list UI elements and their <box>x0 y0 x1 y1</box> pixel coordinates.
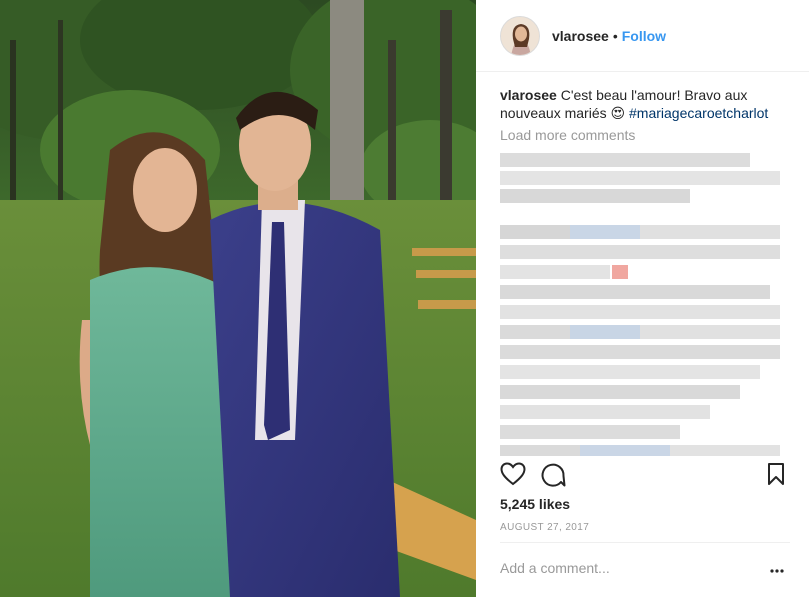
bookmark-icon[interactable] <box>766 462 786 491</box>
post-actions <box>500 462 790 490</box>
follow-button[interactable]: Follow <box>622 28 666 44</box>
likes-count[interactable]: 5,245 likes <box>500 496 570 512</box>
header-separator: • <box>612 27 618 44</box>
add-comment-input[interactable] <box>500 560 755 576</box>
couple-photo <box>0 0 476 597</box>
divider <box>500 542 790 543</box>
heart-icon[interactable] <box>500 462 526 491</box>
header-username[interactable]: vlarosee <box>552 28 609 44</box>
post-header: vlarosee • Follow <box>476 0 809 72</box>
load-more-comments[interactable]: Load more comments <box>500 127 635 143</box>
post-caption: vlarosee C'est beau l'amour! Bravo aux n… <box>500 86 790 122</box>
avatar-image <box>501 16 539 55</box>
comment-icon[interactable] <box>540 462 566 493</box>
comments-section: vlarosee C'est beau l'amour! Bravo aux n… <box>500 86 790 456</box>
caption-username[interactable]: vlarosee <box>500 87 557 103</box>
post-date: AUGUST 27, 2017 <box>500 522 590 533</box>
post-side-panel: vlarosee • Follow vlarosee C'est beau l'… <box>476 0 809 597</box>
more-options-icon[interactable] <box>770 561 784 579</box>
caption-hashtag[interactable]: #mariagecaroetcharlot <box>629 105 768 121</box>
post-photo[interactable] <box>0 0 476 597</box>
avatar[interactable] <box>500 15 540 56</box>
caption-emoji: 😍 <box>610 105 626 121</box>
blurred-comments <box>500 153 790 456</box>
